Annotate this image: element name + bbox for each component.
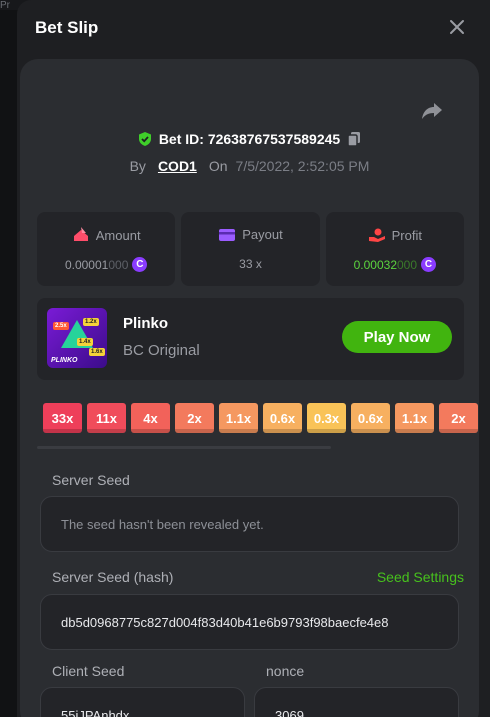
client-seed-value: 55jJPAnhdx [61,708,130,717]
server-seed-hash-label: Server Seed (hash) [52,569,174,585]
by-label: By [129,158,146,174]
multiplier-chip: 0.3x [307,403,346,433]
stat-profit-value-dim: 000 [397,257,418,272]
client-seed-label: Client Seed [52,663,125,679]
server-seed-value: The seed hasn't been revealed yet. [61,516,264,532]
multiplier-chip: 0.6x [351,403,390,433]
multiplier-chip: 1.1x [395,403,434,433]
client-seed-field[interactable]: 55jJPAnhdx [40,687,245,717]
multiplier-chip: 11x [87,403,126,433]
multiplier-chip: 33x [43,403,82,433]
profit-icon [368,228,385,242]
server-seed-hash-value: db5d0968775c827d004f83d40b41e6b9793f98ba… [61,614,389,630]
bet-date: 7/5/2022, 2:52:05 PM [235,158,370,174]
coin-icon: C [132,257,148,272]
user-link[interactable]: COD1 [158,158,197,174]
share-icon[interactable] [421,99,443,121]
card-icon [219,228,236,241]
multiplier-chip: 2x [175,403,214,433]
game-thumbnail[interactable]: 2.5x 1.2x 1.4x 1.6x PLINKO [47,308,107,368]
thumb-tag: 2.5x [53,322,69,330]
multiplier-chip: 2x [439,403,478,433]
bet-id-row: Bet ID: 72638767537589245 [20,131,479,147]
nonce-field[interactable]: 3069 [254,687,459,717]
game-name: Plinko [123,315,169,332]
nonce-label: nonce [266,663,305,679]
game-subtitle: BC Original [123,342,200,359]
bet-id-label: Bet ID: 72638767537589245 [158,131,341,147]
thumb-tag: 1.4x [77,338,93,346]
stat-amount-label: Amount [95,227,141,243]
stat-payout-label: Payout [242,227,283,242]
stat-profit-value: 0.00032 [353,257,397,272]
bet-details-card: Bet ID: 72638767537589245 By COD1 On 7/5… [20,59,479,717]
play-now-button[interactable]: Play Now [342,321,452,353]
background-text: Pr [0,0,10,11]
coin-icon: C [421,257,437,272]
modal-title: Bet Slip [35,18,99,37]
shield-check-icon [138,132,151,146]
stat-amount-value: 0.00001 [64,257,109,272]
seed-settings-link[interactable]: Seed Settings [377,569,464,585]
nonce-value: 3069 [275,708,304,717]
multiplier-chip: 4x [131,403,170,433]
stat-amount: Amount 0.00001000 C [37,212,176,286]
amount-icon [73,227,88,241]
server-seed-hash-field[interactable]: db5d0968775c827d004f83d40b41e6b9793f98ba… [40,594,459,650]
thumb-tag: 1.2x [83,318,99,326]
bet-slip-modal: Bet Slip Bet ID: 72638767537589245 By CO… [17,0,490,717]
copy-icon[interactable] [346,131,362,147]
thumb-title: PLINKO [51,357,78,364]
stat-profit: Profit 0.00032000 C [325,212,464,286]
bet-stats: Amount 0.00001000 C Payout 33 x Profit 0… [37,212,464,286]
on-label: On [208,158,228,174]
server-seed-label: Server Seed [52,472,130,488]
thumb-tag: 1.6x [89,348,105,356]
multiplier-chip: 1.1x [219,403,258,433]
stat-profit-label: Profit [391,227,422,243]
server-seed-field: The seed hasn't been revealed yet. [40,496,459,552]
stat-payout: Payout 33 x [181,212,320,286]
scroll-divider[interactable] [37,446,331,449]
close-icon[interactable] [448,18,466,36]
game-card: 2.5x 1.2x 1.4x 1.6x PLINKO Plinko BC Ori… [37,298,464,380]
multiplier-row: 33x 11x 4x 2x 1.1x 0.6x 0.3x 0.6x 1.1x 2x [43,403,479,435]
multiplier-chip: 0.6x [263,403,302,433]
stat-amount-value-dim: 000 [108,257,129,272]
bet-author-row: By COD1 On 7/5/2022, 2:52:05 PM [20,158,479,174]
stat-payout-value: 33 x [239,257,262,271]
